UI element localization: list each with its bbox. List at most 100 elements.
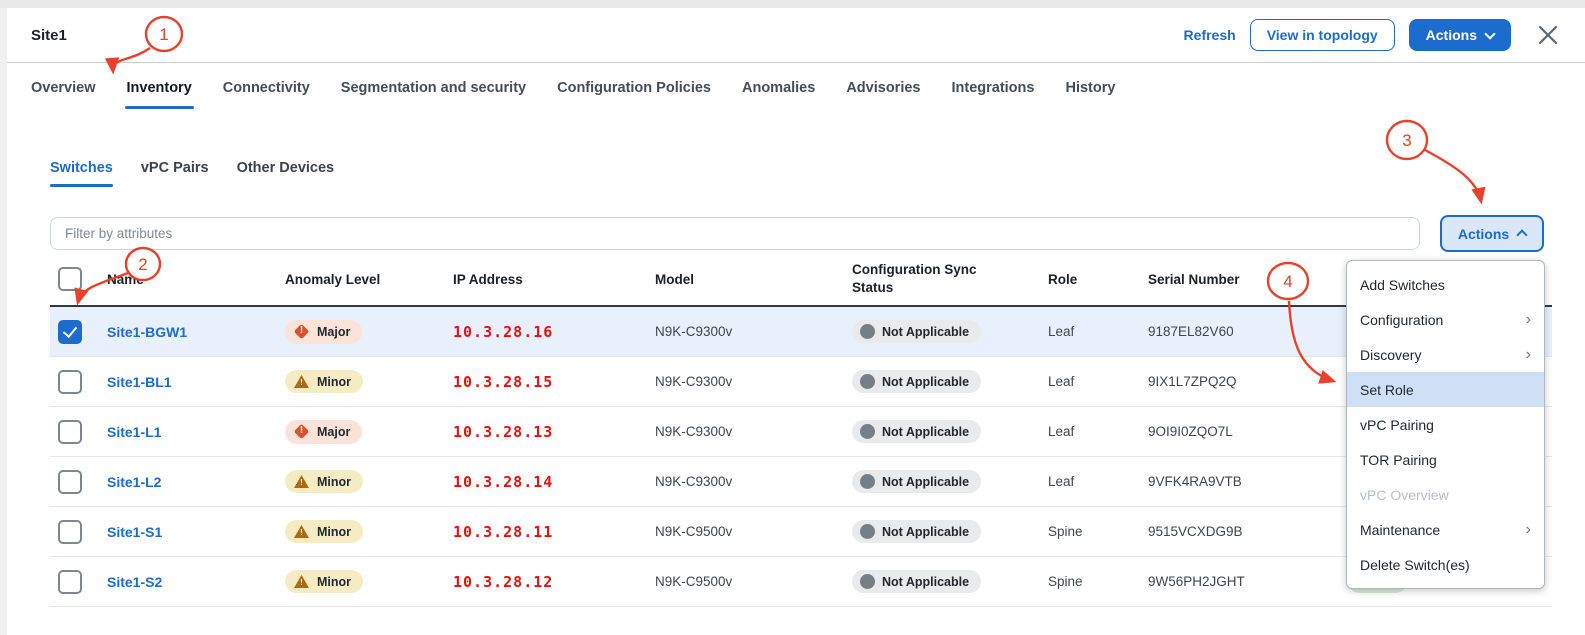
minor-anomaly-icon xyxy=(293,374,310,389)
row-checkbox[interactable] xyxy=(58,420,82,444)
anomaly-level-badge: Major xyxy=(285,320,362,344)
switch-name-link[interactable]: Site1-L1 xyxy=(107,424,161,440)
switch-name-link[interactable]: Site1-L2 xyxy=(107,474,161,490)
table-body: Site1-BGW1Major10.3.28.16N9K-C9300vNot A… xyxy=(50,307,1552,607)
header-actions-button-label: Actions xyxy=(1426,27,1477,43)
sync-status-badge: Not Applicable xyxy=(852,470,981,493)
menu-item-set-role[interactable]: Set Role xyxy=(1347,372,1544,407)
menu-item-maintenance[interactable]: Maintenance› xyxy=(1347,512,1544,547)
tab-anomalies[interactable]: Anomalies xyxy=(742,66,815,111)
name-cell: Site1-S1 xyxy=(107,524,285,540)
anomaly-level-badge: Minor xyxy=(285,520,363,543)
row-checkbox[interactable] xyxy=(58,370,82,394)
column-header-anomaly-level[interactable]: Anomaly Level xyxy=(285,272,453,287)
sync-status-cell: Not Applicable xyxy=(852,470,1048,493)
sync-status-badge: Not Applicable xyxy=(852,320,981,343)
menu-item-tor-pairing[interactable]: TOR Pairing xyxy=(1347,442,1544,477)
column-header-name[interactable]: Name xyxy=(107,272,285,287)
column-header-serial-number[interactable]: Serial Number xyxy=(1148,272,1330,287)
row-checkbox[interactable] xyxy=(58,570,82,594)
page-title: Site1 xyxy=(31,27,67,44)
menu-item-discovery[interactable]: Discovery› xyxy=(1347,337,1544,372)
sync-status-cell: Not Applicable xyxy=(852,520,1048,543)
tab-integrations[interactable]: Integrations xyxy=(951,66,1034,111)
tab-history[interactable]: History xyxy=(1065,66,1115,111)
serial-cell: 9OI9I0ZQO7L xyxy=(1148,424,1330,439)
switch-name-link[interactable]: Site1-S2 xyxy=(107,574,162,590)
role-cell: Leaf xyxy=(1048,374,1148,389)
ip-address-value: 10.3.28.14 xyxy=(453,473,553,491)
role-cell: Spine xyxy=(1048,524,1148,539)
sync-status-badge: Not Applicable xyxy=(852,370,981,393)
major-anomaly-icon xyxy=(293,424,310,440)
subtab-vpc-pairs[interactable]: vPC Pairs xyxy=(141,160,209,187)
callout-3: 3 xyxy=(1387,121,1481,201)
refresh-link[interactable]: Refresh xyxy=(1184,27,1236,43)
model-cell: N9K-C9500v xyxy=(655,524,852,539)
tab-segmentation-and-security[interactable]: Segmentation and security xyxy=(341,66,526,111)
menu-item-add-switches[interactable]: Add Switches xyxy=(1347,267,1544,302)
status-dot-icon xyxy=(860,474,875,489)
anomaly-cell: Minor xyxy=(285,520,453,543)
sync-status-badge: Not Applicable xyxy=(852,570,981,593)
column-header-ip-address[interactable]: IP Address xyxy=(453,272,655,287)
view-in-topology-button[interactable]: View in topology xyxy=(1250,19,1395,51)
row-checkbox-cell xyxy=(50,520,107,544)
anomaly-cell: Minor xyxy=(285,570,453,593)
column-header-configuration-sync-status[interactable]: Configuration Sync Status xyxy=(852,261,1002,297)
select-all-cell xyxy=(50,267,107,291)
name-cell: Site1-L2 xyxy=(107,474,285,490)
switch-name-link[interactable]: Site1-BL1 xyxy=(107,374,172,390)
switch-name-link[interactable]: Site1-BGW1 xyxy=(107,324,187,340)
status-dot-icon xyxy=(860,424,875,439)
tab-overview[interactable]: Overview xyxy=(31,66,96,111)
role-cell: Leaf xyxy=(1048,424,1148,439)
table-header-row: NameAnomaly LevelIP AddressModelConfigur… xyxy=(50,253,1552,307)
subtab-other-devices[interactable]: Other Devices xyxy=(237,160,335,187)
tab-advisories[interactable]: Advisories xyxy=(846,66,920,111)
menu-item-delete-switch-es[interactable]: Delete Switch(es) xyxy=(1347,547,1544,582)
role-cell: Leaf xyxy=(1048,474,1148,489)
anomaly-cell: Major xyxy=(285,420,453,444)
menu-item-configuration[interactable]: Configuration› xyxy=(1347,302,1544,337)
switch-name-link[interactable]: Site1-S1 xyxy=(107,524,162,540)
anomaly-level-badge: Major xyxy=(285,420,362,444)
row-checkbox[interactable] xyxy=(58,470,82,494)
ip-cell: 10.3.28.15 xyxy=(453,373,655,391)
ip-address-value: 10.3.28.16 xyxy=(453,323,553,341)
filter-input[interactable] xyxy=(50,217,1420,250)
tab-inventory[interactable]: Inventory xyxy=(127,66,192,111)
row-checkbox-cell xyxy=(50,470,107,494)
header-actions-button[interactable]: Actions xyxy=(1409,19,1511,51)
column-header-role[interactable]: Role xyxy=(1048,272,1148,287)
anomaly-cell: Minor xyxy=(285,470,453,493)
minor-anomaly-icon xyxy=(293,524,310,539)
status-dot-icon xyxy=(860,574,875,589)
sync-status-cell: Not Applicable xyxy=(852,570,1048,593)
tab-configuration-policies[interactable]: Configuration Policies xyxy=(557,66,711,111)
column-header-model[interactable]: Model xyxy=(655,272,852,287)
subtab-switches[interactable]: Switches xyxy=(50,160,113,187)
model-cell: N9K-C9300v xyxy=(655,424,852,439)
row-checkbox-cell xyxy=(50,320,107,344)
row-checkbox[interactable] xyxy=(58,520,82,544)
role-cell: Leaf xyxy=(1048,324,1148,339)
select-all-checkbox[interactable] xyxy=(58,267,82,291)
name-cell: Site1-BGW1 xyxy=(107,324,285,340)
name-cell: Site1-BL1 xyxy=(107,374,285,390)
sync-status-cell: Not Applicable xyxy=(852,420,1048,443)
row-checkbox-cell xyxy=(50,420,107,444)
model-cell: N9K-C9300v xyxy=(655,324,852,339)
anomaly-cell: Major xyxy=(285,320,453,344)
major-anomaly-icon xyxy=(293,324,310,340)
menu-item-vpc-pairing[interactable]: vPC Pairing xyxy=(1347,407,1544,442)
tab-connectivity[interactable]: Connectivity xyxy=(223,66,310,111)
close-icon[interactable] xyxy=(1535,22,1561,48)
table-row-site1-bl1: Site1-BL1Minor10.3.28.15N9K-C9300vNot Ap… xyxy=(50,357,1552,407)
page-background-strip xyxy=(0,0,1585,8)
sync-status-badge: Not Applicable xyxy=(852,520,981,543)
name-cell: Site1-L1 xyxy=(107,424,285,440)
table-actions-button[interactable]: Actions xyxy=(1440,215,1544,252)
row-checkbox[interactable] xyxy=(58,320,82,344)
ip-cell: 10.3.28.14 xyxy=(453,473,655,491)
